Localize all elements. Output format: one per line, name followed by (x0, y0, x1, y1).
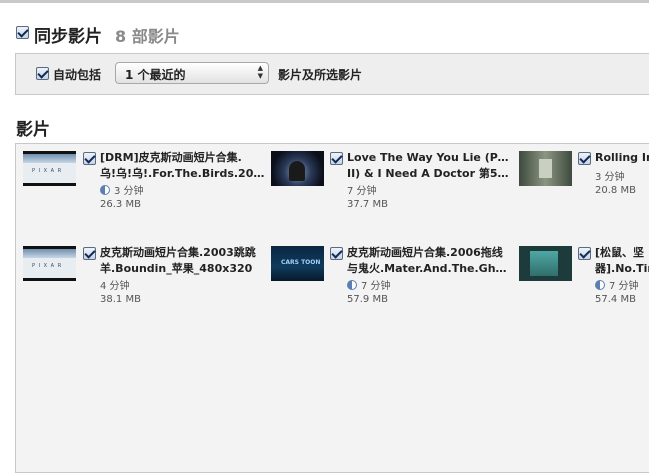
recent-count-select[interactable]: 1 个最近的 ▲ ▼ (115, 62, 269, 84)
auto-include-suffix-label: 影片及所选影片 (278, 68, 363, 82)
movie-thumbnail (23, 246, 76, 281)
movie-title-line1: 皮克斯动画短片合集.2003跳跳 (100, 246, 256, 259)
movie-duration: 7 分钟 (595, 277, 649, 292)
sync-movies-checkbox[interactable] (16, 26, 29, 39)
partial-watched-icon (100, 185, 110, 195)
movie-checkbox[interactable] (578, 247, 591, 260)
auto-include-label: 自动包括 (53, 68, 102, 82)
movie-duration: 7 分钟 (347, 277, 391, 292)
movie-title-line1: Rolling In (595, 151, 649, 164)
auto-include-checkbox[interactable] (36, 67, 49, 80)
movies-section-title: 影片 (16, 120, 50, 140)
movie-title-line1: [松鼠、坚 (595, 246, 645, 259)
recent-count-value: 1 个最近的 (125, 68, 186, 82)
movie-title-line2: II) & I Need A Doctor 第53… (347, 167, 512, 180)
movie-size: 26.3 MB (100, 199, 141, 210)
movie-size: 57.9 MB (347, 294, 388, 305)
movie-checkbox[interactable] (578, 152, 591, 165)
movie-duration: 3 分钟 (595, 172, 625, 183)
top-divider (0, 0, 649, 3)
movie-size: 57.4 MB (595, 294, 636, 305)
movie-title-line2: 乌!乌!乌!.For.The.Birds.200… (100, 167, 265, 180)
movie-size: 37.7 MB (347, 199, 388, 210)
movie-title-line1: 皮克斯动画短片合集.2006拖线 (347, 246, 503, 259)
movie-title-line2: 与鬼火.Mater.And.The.Gho… (347, 262, 512, 275)
movie-thumbnail (271, 151, 324, 186)
movie-duration: 7 分钟 (347, 186, 377, 197)
movie-checkbox[interactable] (330, 152, 343, 165)
movie-duration: 4 分钟 (100, 281, 130, 292)
partial-watched-icon (595, 280, 605, 290)
select-arrows-icon: ▲ ▼ (257, 64, 263, 80)
movie-thumbnail (23, 151, 76, 186)
movie-size: 38.1 MB (100, 294, 141, 305)
movie-size: 20.8 MB (595, 185, 636, 196)
movie-title-line1: [DRM]皮克斯动画短片合集. (100, 151, 242, 164)
movie-checkbox[interactable] (83, 152, 96, 165)
movie-thumbnail (519, 151, 572, 186)
movie-title-line1: Love The Way You Lie (Part (347, 151, 512, 164)
partial-watched-icon (347, 280, 357, 290)
movie-thumbnail (519, 246, 572, 281)
movie-checkbox[interactable] (83, 247, 96, 260)
movie-count: 8 部影片 (115, 27, 180, 46)
sync-movies-title: 同步影片 (34, 27, 102, 47)
movie-duration: 3 分钟 (100, 182, 144, 197)
movie-checkbox[interactable] (330, 247, 343, 260)
movie-title-line2: 羊.Boundin_苹果_480x320 (100, 262, 253, 275)
movie-title-line2: 器].No.Tin (595, 262, 649, 275)
movie-thumbnail (271, 246, 324, 281)
